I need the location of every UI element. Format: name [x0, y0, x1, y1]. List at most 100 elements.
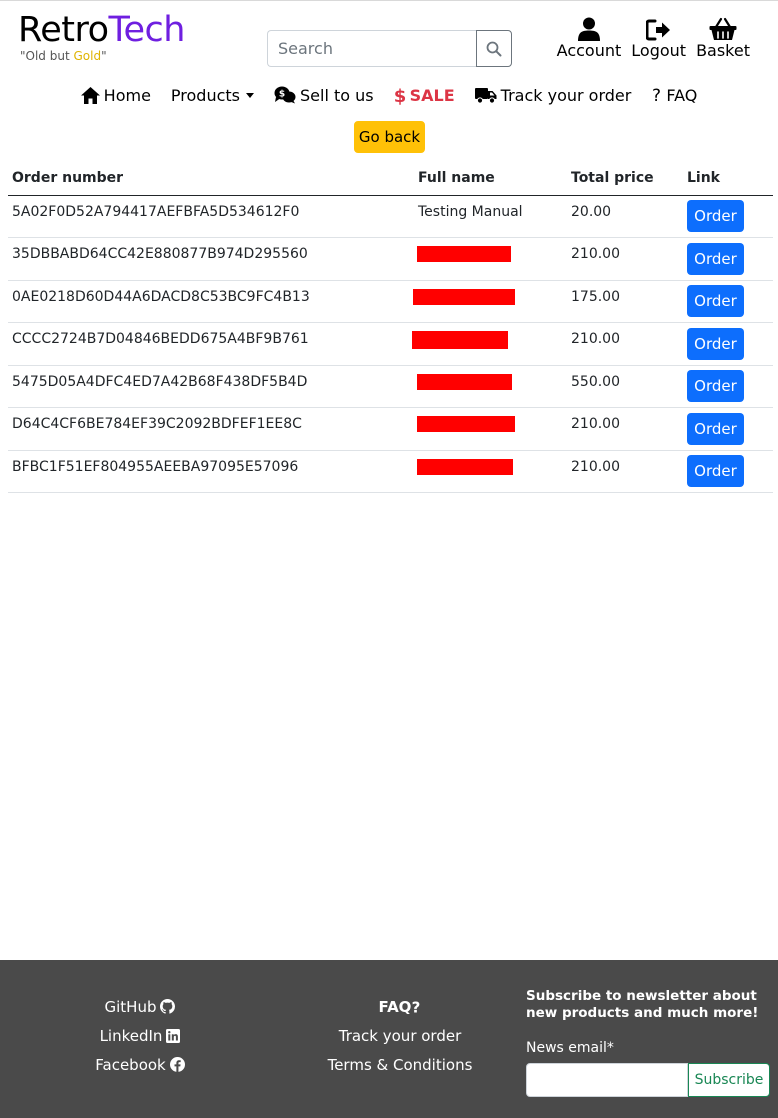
- total-price: 20.00: [567, 195, 683, 238]
- total-price: 210.00: [567, 237, 683, 281]
- logo-tech: Tech: [108, 10, 186, 50]
- header-order-number: Order number: [8, 162, 414, 196]
- newsletter-section: Subscribe to newsletter about new produc…: [526, 988, 771, 1097]
- order-link-button[interactable]: Order: [687, 242, 744, 275]
- footer: GitHub LinkedIn Facebook FAQ ? Track you…: [0, 960, 778, 1118]
- table-row: 0AE0218D60D44A6DACD8C53BC9FC4B13 175.00 …: [8, 280, 773, 323]
- footer-linkedin-link[interactable]: LinkedIn: [80, 1021, 200, 1050]
- facebook-label: Facebook: [95, 1055, 166, 1074]
- header-link: Link: [683, 162, 773, 196]
- footer-facebook-link[interactable]: Facebook: [80, 1050, 200, 1079]
- total-price: 210.00: [567, 407, 683, 451]
- nav-sell-label: Sell to us: [300, 85, 374, 105]
- top-actions: Account Logout Basket: [557, 15, 750, 61]
- table-row: CCCC2724B7D04846BEDD675A4BF9B761 210.00 …: [8, 322, 773, 366]
- svg-text:$: $: [394, 86, 406, 105]
- order-link-button[interactable]: Order: [687, 412, 744, 445]
- table-row: D64C4CF6BE784EF39C2092BDFEF1EE8C 210.00 …: [8, 407, 773, 451]
- caret-down-icon: [246, 93, 254, 98]
- nav-home-label: Home: [103, 85, 151, 105]
- order-link-button[interactable]: Order: [687, 327, 744, 360]
- footer-github-link[interactable]: GitHub: [80, 992, 200, 1021]
- table-row: BFBC1F51EF804955AEEBA97095E57096 210.00 …: [8, 450, 773, 493]
- main-nav: Home Products $ Sell to us $ SALE Track …: [0, 82, 778, 108]
- github-icon: [160, 999, 176, 1014]
- linkedin-icon: [166, 1028, 181, 1043]
- table-row: 5A02F0D52A794417AEFBFA5D534612F0 Testing…: [8, 195, 773, 238]
- subscribe-button[interactable]: Subscribe: [688, 1063, 770, 1097]
- order-number: D64C4CF6BE784EF39C2092BDFEF1EE8C: [8, 407, 414, 451]
- logout-button[interactable]: Logout: [631, 15, 686, 61]
- account-label: Account: [556, 41, 622, 60]
- total-price: 550.00: [567, 365, 683, 408]
- redaction-block: [417, 458, 513, 475]
- order-number: 35DBBABD64CC42E880877B974D295560: [8, 237, 414, 281]
- nav-sell[interactable]: $ Sell to us: [274, 86, 374, 105]
- basket-button[interactable]: Basket: [696, 15, 750, 61]
- full-name: [414, 365, 567, 408]
- nav-sale[interactable]: $ SALE: [394, 86, 455, 105]
- search-button[interactable]: [476, 30, 512, 67]
- question-icon: ?: [652, 86, 661, 104]
- order-link-button[interactable]: Order: [687, 200, 744, 233]
- basket-label: Basket: [696, 41, 750, 60]
- table-row: 5475D05A4DFC4ED7A42B68F438DF5B4D 550.00 …: [8, 365, 773, 408]
- logout-label: Logout: [631, 41, 687, 60]
- nav-track[interactable]: Track your order: [474, 85, 632, 105]
- facebook-icon: [169, 1057, 185, 1072]
- svg-text:?: ?: [412, 999, 421, 1015]
- search-form: [267, 30, 512, 67]
- dollar-icon: $: [394, 86, 406, 105]
- nav-sale-label: SALE: [409, 85, 455, 105]
- search-icon: [486, 41, 502, 56]
- search-input[interactable]: [267, 30, 476, 67]
- home-icon: [80, 86, 100, 104]
- logo[interactable]: RetroTech "Old but Gold": [18, 11, 185, 63]
- order-link-button[interactable]: Order: [687, 370, 744, 403]
- total-price: 210.00: [567, 322, 683, 366]
- basket-icon: [709, 17, 737, 40]
- newsletter-form: Subscribe: [526, 1063, 771, 1097]
- svg-text:$: $: [279, 90, 285, 100]
- footer-info-links: FAQ ? Track your order Terms & Condition…: [310, 992, 490, 1079]
- redaction-block: [412, 331, 508, 349]
- full-name: [414, 407, 567, 451]
- footer-faq-label: FAQ: [378, 997, 412, 1016]
- redaction-block: [417, 373, 512, 390]
- total-price: 175.00: [567, 280, 683, 323]
- order-number: 0AE0218D60D44A6DACD8C53BC9FC4B13: [8, 280, 414, 323]
- footer-faq-link[interactable]: FAQ ?: [310, 992, 490, 1021]
- header: RetroTech "Old but Gold" Account Logout …: [0, 0, 778, 72]
- orders-table: Order number Full name Total price Link …: [8, 162, 773, 493]
- redaction-block: [417, 246, 511, 262]
- newsletter-title: Subscribe to newsletter about new produc…: [526, 988, 759, 1021]
- go-back-button[interactable]: Go back: [354, 121, 425, 153]
- order-number: 5A02F0D52A794417AEFBFA5D534612F0: [8, 195, 414, 238]
- full-name: Testing Manual: [414, 195, 567, 238]
- nav-home[interactable]: Home: [80, 85, 151, 105]
- nav-track-label: Track your order: [500, 85, 632, 105]
- account-button[interactable]: Account: [556, 15, 622, 61]
- order-number: BFBC1F51EF804955AEEBA97095E57096: [8, 450, 414, 493]
- logo-tagline: "Old but Gold": [20, 49, 107, 63]
- order-number: CCCC2724B7D04846BEDD675A4BF9B761: [8, 322, 414, 366]
- full-name: [414, 450, 567, 493]
- footer-terms-link[interactable]: Terms & Conditions: [310, 1050, 490, 1079]
- user-icon: [577, 17, 600, 41]
- nav-products-dropdown[interactable]: Products: [171, 86, 254, 105]
- order-link-button[interactable]: Order: [687, 285, 744, 318]
- sell-chat-icon: $: [274, 86, 296, 104]
- footer-track-link[interactable]: Track your order: [310, 1021, 490, 1050]
- newsletter-email-input[interactable]: [526, 1063, 688, 1097]
- question-icon: ?: [412, 999, 421, 1015]
- redaction-block: [417, 416, 515, 432]
- full-name: [414, 237, 567, 281]
- full-name: [413, 280, 567, 323]
- logo-retro: Retro: [18, 10, 109, 50]
- table-header-row: Order number Full name Total price Link: [8, 162, 773, 196]
- order-link-button[interactable]: Order: [687, 455, 744, 488]
- redaction-block: [413, 288, 515, 305]
- order-number: 5475D05A4DFC4ED7A42B68F438DF5B4D: [8, 365, 414, 408]
- github-label: GitHub: [104, 997, 157, 1016]
- nav-faq[interactable]: ? FAQ: [651, 86, 697, 105]
